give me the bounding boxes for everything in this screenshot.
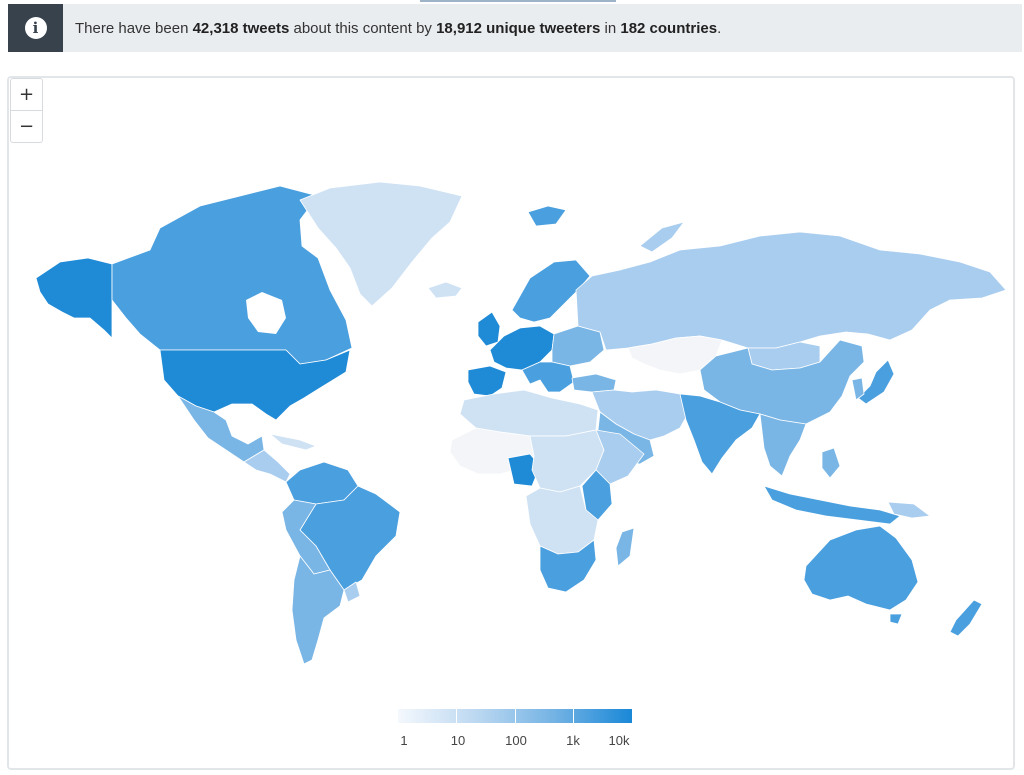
region-southeast-asia[interactable] bbox=[759, 413, 807, 477]
region-caribbean[interactable] bbox=[269, 433, 317, 451]
world-map[interactable] bbox=[0, 0, 1024, 775]
legend-tick bbox=[515, 709, 516, 723]
region-turkey[interactable] bbox=[571, 373, 617, 393]
region-iceland[interactable] bbox=[427, 281, 463, 299]
legend-label-1: 1 bbox=[400, 733, 408, 748]
region-new-zealand[interactable] bbox=[949, 599, 983, 637]
region-svalbard[interactable] bbox=[527, 205, 567, 227]
zoom-control: + − bbox=[10, 78, 43, 143]
zoom-in-button[interactable]: + bbox=[11, 79, 42, 110]
legend-color-scale bbox=[398, 709, 632, 723]
region-russia[interactable] bbox=[575, 231, 1007, 351]
legend-label-100: 100 bbox=[505, 733, 527, 748]
region-japan[interactable] bbox=[857, 359, 895, 405]
legend-tick bbox=[573, 709, 574, 723]
region-tasmania[interactable] bbox=[889, 613, 903, 625]
zoom-out-button[interactable]: − bbox=[11, 110, 42, 142]
legend-label-10: 10 bbox=[450, 733, 466, 748]
region-philippines[interactable] bbox=[821, 447, 841, 479]
region-iberia[interactable] bbox=[467, 365, 507, 397]
region-australia[interactable] bbox=[803, 525, 919, 611]
legend-label-10k: 10k bbox=[608, 733, 630, 748]
region-eastern-europe[interactable] bbox=[551, 325, 605, 367]
legend-tick bbox=[456, 709, 457, 723]
region-italy-balkans[interactable] bbox=[521, 361, 575, 393]
region-madagascar[interactable] bbox=[615, 527, 635, 567]
region-uk[interactable] bbox=[477, 311, 501, 347]
region-alaska[interactable] bbox=[35, 257, 113, 339]
region-novaya-zemlya[interactable] bbox=[639, 221, 685, 253]
legend-label-1k: 1k bbox=[566, 733, 580, 748]
region-indonesia[interactable] bbox=[763, 485, 901, 525]
